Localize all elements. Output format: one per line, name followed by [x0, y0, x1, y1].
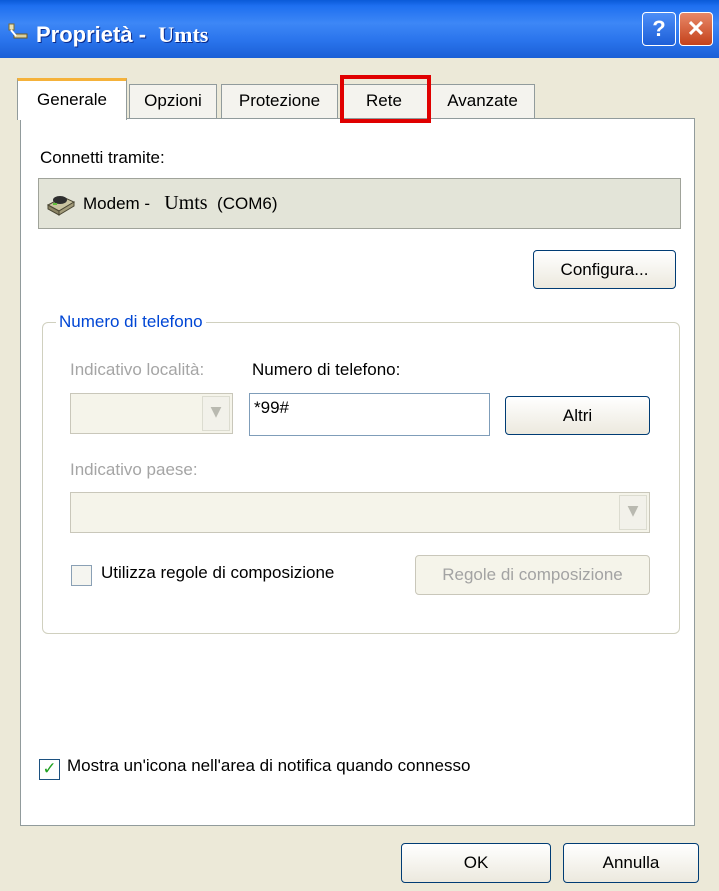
close-button[interactable]: ✕: [679, 12, 713, 46]
rete-tab-highlight: [340, 75, 431, 123]
device-name: Modem - Umts (COM6): [83, 192, 278, 214]
show-icon-label: Mostra un'icona nell'area di notifica qu…: [67, 756, 471, 775]
connect-via-label: Connetti tramite:: [40, 148, 165, 167]
cancel-button[interactable]: Annulla: [563, 843, 699, 883]
phone-number-label: Numero di telefono:: [252, 360, 401, 379]
tab-protezione[interactable]: Protezione: [221, 84, 338, 118]
dialing-rules-button[interactable]: Regole di composizione: [415, 555, 650, 595]
show-icon-checkbox[interactable]: ✓: [39, 759, 60, 780]
tab-opzioni[interactable]: Opzioni: [129, 84, 217, 118]
chevron-down-icon[interactable]: ▼: [202, 396, 230, 431]
tab-generale[interactable]: Generale: [17, 78, 127, 120]
phone-number-group-title: Numero di telefono: [56, 312, 206, 332]
area-code-label: Indicativo località:: [70, 360, 205, 379]
country-code-label: Indicativo paese:: [70, 460, 198, 479]
connection-icon: [6, 20, 30, 47]
modem-icon: [45, 191, 77, 222]
title-bar: Proprietà - Umts ? ✕: [0, 0, 719, 58]
dialing-rules-label: Utilizza regole di composizione: [101, 563, 335, 582]
area-code-select[interactable]: ▼: [70, 393, 233, 434]
device-list[interactable]: Modem - Umts (COM6): [38, 178, 681, 229]
dialing-rules-checkbox[interactable]: [71, 565, 92, 586]
help-button[interactable]: ?: [642, 12, 676, 46]
tab-avanzate[interactable]: Avanzate: [430, 84, 535, 118]
phone-number-input[interactable]: *99#: [249, 393, 490, 436]
window-title: Proprietà - Umts: [36, 22, 209, 47]
ok-button[interactable]: OK: [401, 843, 551, 883]
country-code-select[interactable]: ▼: [70, 492, 650, 533]
others-button[interactable]: Altri: [505, 396, 650, 435]
configure-button[interactable]: Configura...: [533, 250, 676, 289]
chevron-down-icon[interactable]: ▼: [619, 495, 647, 530]
